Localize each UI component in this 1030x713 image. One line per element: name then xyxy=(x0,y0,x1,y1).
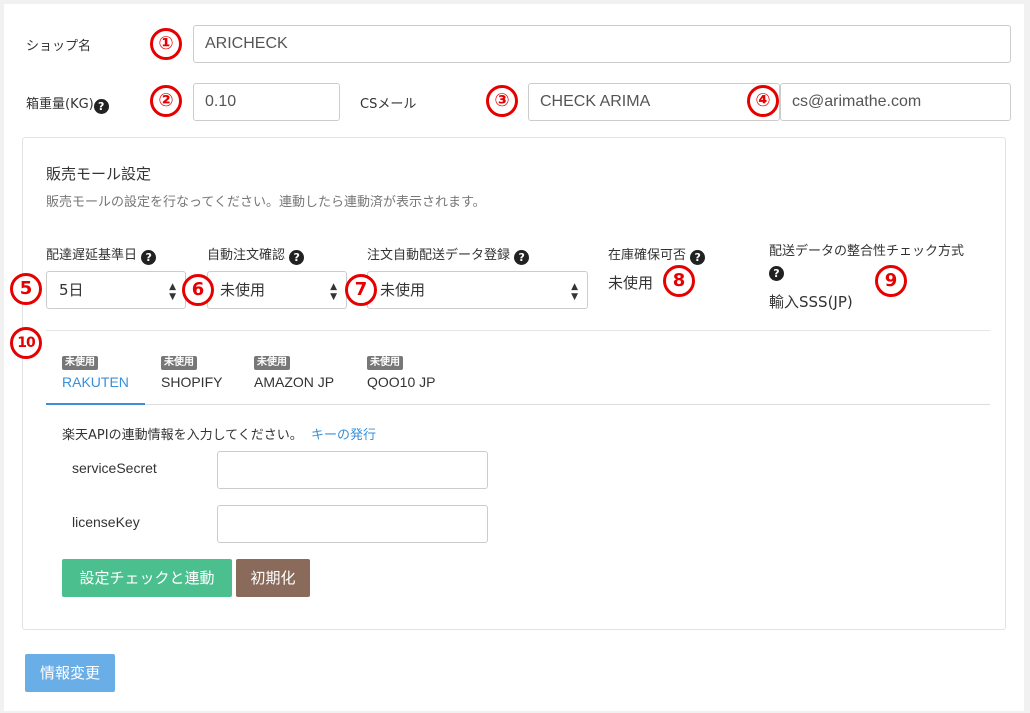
box-weight-input[interactable] xyxy=(193,83,340,121)
delay-day-label-text: 配達遅延基準日 xyxy=(46,248,138,263)
shop-name-input[interactable] xyxy=(193,25,1011,63)
section-divider xyxy=(46,330,990,331)
tab-status-badge: 未使用 xyxy=(62,356,98,370)
stock-reserve-label: 在庫確保可否 ? xyxy=(608,244,706,265)
select-arrow-icon: ▲ ▼ xyxy=(571,282,578,302)
delay-day-select[interactable]: 5日 ▲ ▼ xyxy=(46,271,186,309)
tab-label: SHOPIFY xyxy=(161,374,223,390)
tab-status-badge: 未使用 xyxy=(161,356,197,370)
help-icon[interactable]: ? xyxy=(289,250,305,265)
service-secret-label: serviceSecret xyxy=(72,460,157,476)
tab-amazon-jp[interactable]: 未使用 AMAZON JP xyxy=(254,352,334,390)
tab-rakuten[interactable]: 未使用 RAKUTEN xyxy=(62,352,129,390)
box-weight-label: 箱重量(KG)? xyxy=(26,93,109,114)
tab-qoo10-jp[interactable]: 未使用 QOO10 JP xyxy=(367,352,435,390)
auto-ship-register-label: 注文自動配送データ登録 ? xyxy=(367,244,530,265)
auto-ship-register-label-text: 注文自動配送データ登録 xyxy=(367,248,511,263)
cs-email-input[interactable] xyxy=(780,83,1011,121)
auto-ship-register-value: 未使用 xyxy=(380,281,426,299)
mall-settings-title: 販売モール設定 xyxy=(46,165,152,183)
tab-label: RAKUTEN xyxy=(62,374,129,390)
license-key-label: licenseKey xyxy=(72,514,140,530)
tab-shopify[interactable]: 未使用 SHOPIFY xyxy=(161,352,222,390)
cs-name-input[interactable] xyxy=(528,83,780,121)
annotation-8: 8 xyxy=(663,265,695,297)
annotation-9: 9 xyxy=(875,265,907,297)
annotation-6: 6 xyxy=(182,274,214,306)
stock-reserve-value: 未使用 xyxy=(608,274,654,292)
annotation-10: 10 xyxy=(10,327,42,359)
annotation-2: ② xyxy=(150,85,182,117)
tab-status-badge: 未使用 xyxy=(367,356,403,370)
annotation-7: 7 xyxy=(345,274,377,306)
service-secret-input[interactable] xyxy=(217,451,488,489)
tab-label: AMAZON JP xyxy=(254,374,335,390)
help-icon[interactable]: ? xyxy=(141,250,157,265)
mall-settings-description: 販売モールの設定を行なってください。連動したら連動済が表示されます。 xyxy=(46,195,486,210)
annotation-1: ① xyxy=(150,28,182,60)
api-info-text: 楽天APIの連動情報を入力してください。 xyxy=(62,428,303,443)
auto-confirm-label: 自動注文確認 ? xyxy=(207,244,305,265)
update-info-button[interactable]: 情報変更 xyxy=(25,654,115,692)
help-icon[interactable]: ? xyxy=(769,266,784,281)
auto-ship-register-select[interactable]: 未使用 ▲ ▼ xyxy=(367,271,588,309)
active-tab-indicator xyxy=(46,403,145,405)
select-arrow-icon: ▲ ▼ xyxy=(330,282,337,302)
annotation-3: ③ xyxy=(486,85,518,117)
license-key-input[interactable] xyxy=(217,505,488,543)
auto-confirm-value: 未使用 xyxy=(220,281,266,299)
shop-name-label: ショップ名 xyxy=(26,39,92,54)
tab-label: QOO10 JP xyxy=(367,374,436,390)
delay-day-value: 5日 xyxy=(59,281,84,299)
api-info: 楽天APIの連動情報を入力してください。 キーの発行 xyxy=(62,424,376,443)
check-and-link-button[interactable]: 設定チェックと連動 xyxy=(62,559,232,597)
help-icon[interactable]: ? xyxy=(514,250,530,265)
auto-confirm-label-text: 自動注文確認 xyxy=(207,248,286,263)
annotation-4: ④ xyxy=(747,85,779,117)
consistency-check-value: 輸入SSS(JP) xyxy=(769,293,853,311)
reset-button[interactable]: 初期化 xyxy=(236,559,310,597)
issue-key-link[interactable]: キーの発行 xyxy=(311,428,376,443)
help-icon[interactable]: ? xyxy=(93,99,109,114)
help-icon[interactable]: ? xyxy=(690,250,706,265)
tab-divider xyxy=(46,404,990,405)
tab-status-badge: 未使用 xyxy=(254,356,290,370)
auto-confirm-select[interactable]: 未使用 ▲ ▼ xyxy=(207,271,347,309)
delay-day-label: 配達遅延基準日 ? xyxy=(46,244,157,265)
cs-mail-label: CSメール xyxy=(360,97,417,112)
annotation-5: 5 xyxy=(10,273,42,305)
consistency-check-label-text: 配送データの整合性チェック方式 xyxy=(769,244,965,259)
stock-reserve-label-text: 在庫確保可否 xyxy=(608,248,687,263)
select-arrow-icon: ▲ ▼ xyxy=(169,282,176,302)
box-weight-label-text: 箱重量(KG) xyxy=(26,97,94,112)
